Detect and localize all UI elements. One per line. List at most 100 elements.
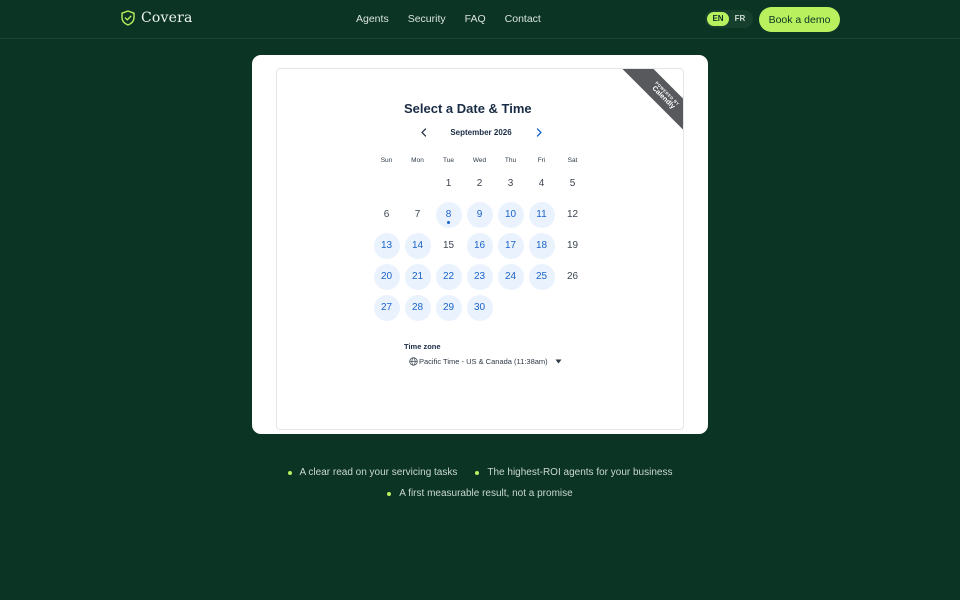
calendar-day-available[interactable]: 18	[528, 232, 555, 259]
calendar-cell: 3	[495, 168, 526, 199]
calendar-cell: 21	[402, 261, 433, 292]
main-nav: Agents Security FAQ Contact	[356, 13, 541, 25]
benefit-row: A clear read on your servicing tasks The…	[0, 462, 960, 483]
calendar-cell: 29	[433, 292, 464, 323]
calendar-cell: 4	[526, 168, 557, 199]
calendar-cell: 23	[464, 261, 495, 292]
weekday-label: Mon	[411, 157, 424, 164]
calendar-day-available[interactable]: 9	[466, 201, 493, 228]
nav-link-agents[interactable]: Agents	[356, 13, 389, 25]
benefit-list: A clear read on your servicing tasks The…	[0, 462, 960, 504]
calendar-day-available[interactable]: 10	[497, 201, 524, 228]
month-navigation: September 2026	[417, 125, 545, 139]
benefit-row: A first measurable result, not a promise	[0, 483, 960, 504]
calendar-cell: 14	[402, 230, 433, 261]
calendar-day-available[interactable]: 23	[466, 263, 493, 290]
timezone-selector[interactable]: Pacific Time - US & Canada (11:38am)	[409, 357, 562, 366]
calendar-cell: 1	[433, 168, 464, 199]
benefit-text: A clear read on your servicing tasks	[299, 467, 458, 478]
calendar-cell: 17	[495, 230, 526, 261]
calendar-day-available[interactable]: 8	[435, 201, 462, 228]
chevron-left-icon	[420, 127, 426, 137]
calendar-day-available[interactable]: 16	[466, 232, 493, 259]
calendly-widget: POWERED BY Calendly Select a Date & Time…	[276, 68, 684, 430]
language-switcher: EN FR	[705, 10, 753, 28]
calendar-day-available[interactable]: 11	[528, 201, 555, 228]
calendar-cell: 13	[371, 230, 402, 261]
calendar-day-available[interactable]: 27	[373, 294, 400, 321]
brand-logo[interactable]: Covera	[121, 10, 193, 26]
calendar-cell: 7	[402, 199, 433, 230]
calendar-cell: 22	[433, 261, 464, 292]
calendar-cell: 9	[464, 199, 495, 230]
benefit-item: A clear read on your servicing tasks	[287, 467, 458, 478]
book-demo-button[interactable]: Book a demo	[759, 7, 840, 32]
calendar-day: 4	[538, 178, 545, 189]
scheduler-title: Select a Date & Time	[404, 101, 532, 116]
calendar-day-available[interactable]: 14	[404, 232, 431, 259]
calendar-day-available[interactable]: 30	[466, 294, 493, 321]
calendar-day-available[interactable]: 20	[373, 263, 400, 290]
calendar-cell: 11	[526, 199, 557, 230]
calendar-day-available[interactable]: 28	[404, 294, 431, 321]
calendar-cell: 18	[526, 230, 557, 261]
weekday-label: Sun	[380, 157, 393, 164]
calendar-cell: 20	[371, 261, 402, 292]
calendar-cell: 12	[557, 199, 588, 230]
bullet-dot-icon	[287, 470, 292, 475]
calendar-day: 3	[507, 178, 514, 189]
calendar-day: 2	[476, 178, 483, 189]
calendar-day: 12	[566, 209, 579, 220]
month-label: September 2026	[450, 127, 512, 137]
calendar-day: 7	[414, 209, 421, 220]
calendar-day: 5	[569, 178, 576, 189]
calendar-day-available[interactable]: 21	[404, 263, 431, 290]
scheduler-card: POWERED BY Calendly Select a Date & Time…	[252, 55, 708, 434]
calendar-day-available[interactable]: 22	[435, 263, 462, 290]
caret-down-icon	[555, 359, 562, 364]
calendar-day-available[interactable]: 25	[528, 263, 555, 290]
weekday-label: Sat	[567, 157, 578, 164]
calendar-day: 26	[566, 271, 579, 282]
weekday-label: Thu	[504, 157, 517, 164]
calendar-day: 19	[566, 240, 579, 251]
language-fr[interactable]: FR	[729, 12, 751, 26]
nav-link-faq[interactable]: FAQ	[465, 13, 486, 25]
calendar-grid: 1 2 3 4 5 6 7 8 9 10 11 12 13 14 15 16 17 18 19 20 21 22 23 24 2…	[371, 168, 588, 323]
calendar-cell: 6	[371, 199, 402, 230]
nav-link-security[interactable]: Security	[408, 13, 446, 25]
calendar-cell: 10	[495, 199, 526, 230]
calendar-cell: 19	[557, 230, 588, 261]
calendar-day: 15	[442, 240, 455, 251]
language-en[interactable]: EN	[707, 12, 729, 26]
today-dot-icon	[447, 220, 450, 224]
globe-icon	[409, 357, 418, 366]
calendar-cell: 2	[464, 168, 495, 199]
calendar-cell: 24	[495, 261, 526, 292]
bullet-dot-icon	[387, 491, 392, 496]
calendar-day-available[interactable]: 29	[435, 294, 462, 321]
brand-name: Covera	[141, 10, 193, 26]
powered-by-ribbon[interactable]: POWERED BY Calendly	[619, 69, 683, 133]
shield-check-icon	[121, 10, 135, 26]
next-month-button[interactable]	[533, 126, 545, 138]
calendar-day-available[interactable]: 17	[497, 232, 524, 259]
benefit-text: The highest-ROI agents for your business	[487, 467, 673, 478]
ribbon-band: POWERED BY Calendly	[621, 69, 683, 133]
prev-month-button[interactable]	[417, 126, 429, 138]
calendar-cell: 16	[464, 230, 495, 261]
calendar-cell: 27	[371, 292, 402, 323]
calendar-day: 6	[383, 209, 390, 220]
weekday-label: Tue	[443, 157, 454, 164]
benefit-item: The highest-ROI agents for your business	[475, 467, 672, 478]
weekday-header: Sun Mon Tue Wed Thu Fri Sat	[371, 157, 588, 164]
nav-link-contact[interactable]: Contact	[505, 13, 541, 25]
calendar-cell: 15	[433, 230, 464, 261]
calendar-cell: 28	[402, 292, 433, 323]
weekday-label: Wed	[472, 157, 487, 164]
timezone-value: Pacific Time - US & Canada (11:38am)	[419, 357, 548, 366]
benefit-text: A first measurable result, not a promise	[399, 488, 573, 499]
calendar-day-available[interactable]: 13	[373, 232, 400, 259]
site-header: Covera Agents Security FAQ Contact EN FR…	[0, 0, 960, 39]
calendar-day-available[interactable]: 24	[497, 263, 524, 290]
